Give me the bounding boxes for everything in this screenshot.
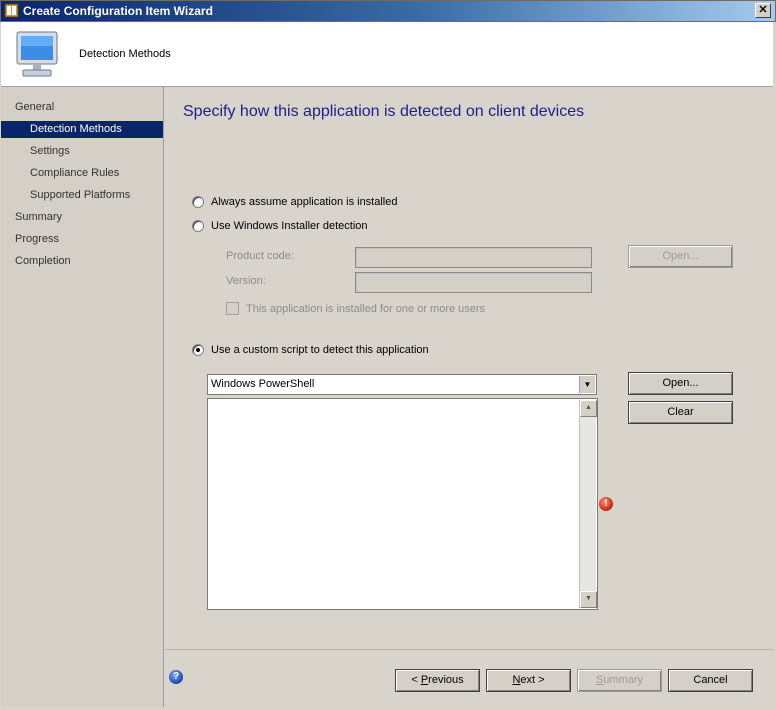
product-code-label: Product code: xyxy=(226,250,294,262)
product-code-field[interactable] xyxy=(355,247,592,268)
radio-windows-installer[interactable] xyxy=(192,220,204,232)
previous-prefix: < xyxy=(411,674,421,686)
nav-label: Completion xyxy=(15,255,71,267)
wizard-nav: General Detection Methods Settings Compl… xyxy=(1,87,164,707)
nav-label: Detection Methods xyxy=(30,123,122,135)
nav-label: Summary xyxy=(15,211,63,223)
nav-item-progress[interactable]: Progress xyxy=(1,231,163,248)
script-clear-button[interactable]: Clear xyxy=(628,401,733,424)
next-button[interactable]: Next > xyxy=(486,669,571,692)
nav-label: Settings xyxy=(30,145,70,157)
error-icon: ! xyxy=(599,497,613,511)
next-rest: ext > xyxy=(520,674,545,686)
nav-label: Progress xyxy=(15,233,60,245)
title-bar: Create Configuration Item Wizard ✕ xyxy=(0,0,776,22)
script-open-button[interactable]: Open... xyxy=(628,372,733,395)
nav-item-summary[interactable]: Summary xyxy=(1,209,163,226)
script-editor[interactable]: ▲ ▼ xyxy=(207,398,598,610)
app-icon xyxy=(4,3,19,18)
script-language-value: Windows PowerShell xyxy=(211,378,315,390)
script-scrollbar[interactable]: ▲ ▼ xyxy=(579,400,597,608)
wizard-header: Detection Methods xyxy=(1,22,773,87)
summary-rest: ummary xyxy=(603,674,644,686)
scroll-down-icon[interactable]: ▼ xyxy=(580,591,597,608)
page-title: Specify how this application is detected… xyxy=(183,103,585,120)
version-label: Version: xyxy=(226,275,266,287)
footer-divider xyxy=(165,649,773,650)
scroll-up-icon[interactable]: ▲ xyxy=(580,400,597,417)
chevron-down-icon[interactable]: ▼ xyxy=(579,376,595,393)
per-user-checkbox[interactable] xyxy=(226,302,239,315)
radio-windows-installer-label[interactable]: Use Windows Installer detection xyxy=(211,220,368,232)
version-field[interactable] xyxy=(355,272,592,293)
nav-item-compliance-rules[interactable]: Compliance Rules xyxy=(1,165,163,182)
nav-item-completion[interactable]: Completion xyxy=(1,253,163,270)
radio-always-installed-label[interactable]: Always assume application is installed xyxy=(211,196,397,208)
summary-button[interactable]: Summary xyxy=(577,669,662,692)
monitor-icon xyxy=(16,31,58,77)
window-title: Create Configuration Item Wizard xyxy=(23,4,213,18)
nav-label: Supported Platforms xyxy=(30,189,131,201)
script-language-select[interactable]: Windows PowerShell ▼ xyxy=(207,374,597,395)
previous-button[interactable]: < Previous xyxy=(395,669,480,692)
nav-item-detection-methods[interactable]: Detection Methods xyxy=(1,121,163,138)
radio-custom-script[interactable] xyxy=(192,344,204,356)
header-title: Detection Methods xyxy=(79,48,171,60)
nav-item-general[interactable]: General xyxy=(1,99,163,116)
radio-always-installed[interactable] xyxy=(192,196,204,208)
previous-rest: revious xyxy=(428,674,464,686)
per-user-checkbox-label[interactable]: This application is installed for one or… xyxy=(246,303,485,315)
help-icon[interactable]: ? xyxy=(169,670,183,684)
nav-item-settings[interactable]: Settings xyxy=(1,143,163,160)
radio-custom-script-label[interactable]: Use a custom script to detect this appli… xyxy=(211,344,429,356)
close-icon[interactable]: ✕ xyxy=(755,3,771,18)
nav-item-supported-platforms[interactable]: Supported Platforms xyxy=(1,187,163,204)
nav-label: General xyxy=(15,101,55,113)
cancel-button[interactable]: Cancel xyxy=(668,669,753,692)
nav-label: Compliance Rules xyxy=(30,167,120,179)
installer-open-button[interactable]: Open... xyxy=(628,245,733,268)
